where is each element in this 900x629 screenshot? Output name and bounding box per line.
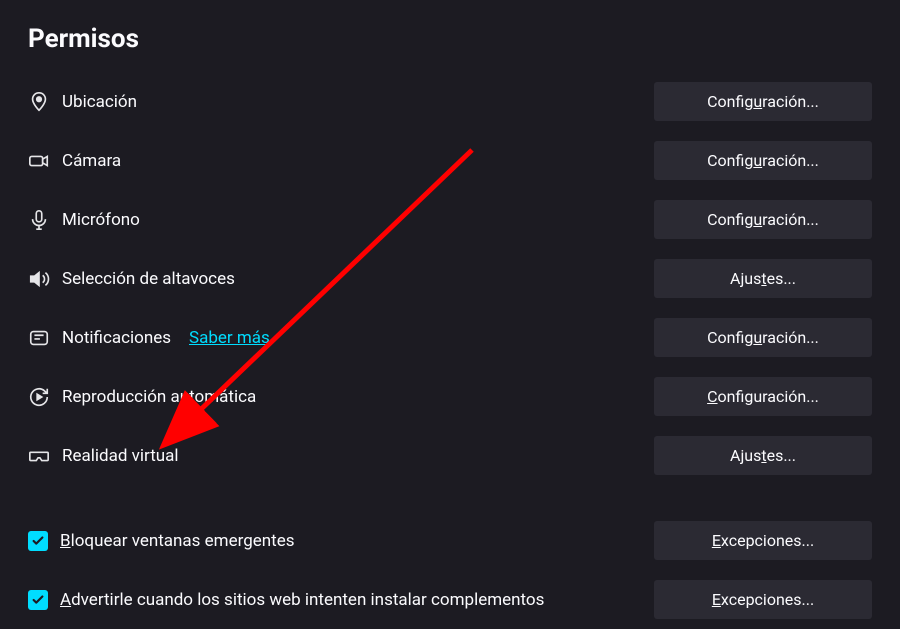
row-label-location: Ubicación (62, 92, 137, 112)
permission-row-camera: Cámara Configuración... (28, 131, 872, 190)
checkbox-warn-addons[interactable] (28, 590, 48, 610)
config-button-microphone[interactable]: Configuración... (654, 200, 872, 239)
camera-icon (28, 150, 50, 172)
permission-row-vr: Realidad virtual Ajustes... (28, 426, 872, 485)
location-icon (28, 91, 50, 113)
exceptions-button-addons[interactable]: Excepciones... (654, 580, 872, 619)
checkbox-label-block-popups: Bloquear ventanas emergentes (60, 531, 295, 551)
settings-button-vr[interactable]: Ajustes... (654, 436, 872, 475)
row-label-vr: Realidad virtual (62, 446, 179, 466)
permission-row-speakers: Selección de altavoces Ajustes... (28, 249, 872, 308)
checkbox-row-block-popups: Bloquear ventanas emergentes Excepciones… (28, 511, 872, 570)
config-button-location[interactable]: Configuración... (654, 82, 872, 121)
section-title: Permisos (28, 24, 872, 54)
row-label-notifications: Notificaciones (62, 328, 171, 348)
permission-row-autoplay: Reproducción automática Configuración... (28, 367, 872, 426)
config-button-autoplay[interactable]: Configuración... (654, 377, 872, 416)
permission-row-notifications: Notificaciones Saber más Configuración..… (28, 308, 872, 367)
notification-icon (28, 327, 50, 349)
checkbox-block-popups[interactable] (28, 531, 48, 551)
exceptions-button-popups[interactable]: Excepciones... (654, 521, 872, 560)
permission-row-location: Ubicación Configuración... (28, 72, 872, 131)
speaker-icon (28, 268, 50, 290)
settings-button-speakers[interactable]: Ajustes... (654, 259, 872, 298)
row-label-microphone: Micrófono (62, 210, 140, 230)
vr-icon (28, 445, 50, 467)
checkbox-row-warn-addons: Advertirle cuando los sitios web intente… (28, 570, 872, 629)
config-button-notifications[interactable]: Configuración... (654, 318, 872, 357)
row-label-camera: Cámara (62, 151, 121, 171)
learn-more-link[interactable]: Saber más (189, 328, 270, 348)
checkbox-label-warn-addons: Advertirle cuando los sitios web intente… (60, 590, 544, 610)
microphone-icon (28, 209, 50, 231)
autoplay-icon (28, 386, 50, 408)
row-label-autoplay: Reproducción automática (62, 387, 256, 407)
row-label-speakers: Selección de altavoces (62, 269, 235, 289)
config-button-camera[interactable]: Configuración... (654, 141, 872, 180)
permission-row-microphone: Micrófono Configuración... (28, 190, 872, 249)
